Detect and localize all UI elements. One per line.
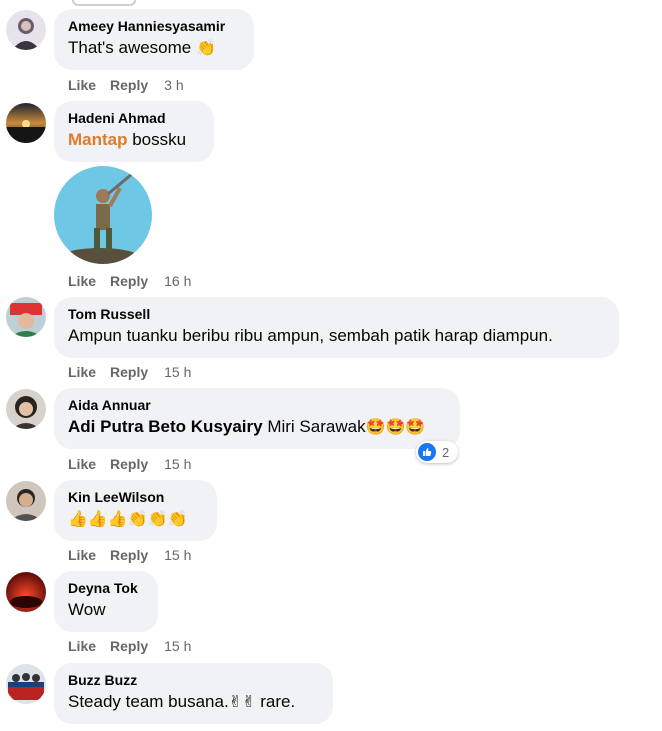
comment-bubble: Kin LeeWilson 👍👍👍👏👏👏: [54, 480, 217, 541]
comment-bubble: Deyna Tok Wow: [54, 571, 158, 632]
comment-time[interactable]: 15 h: [164, 456, 191, 472]
comment-author[interactable]: Hadeni Ahmad: [68, 109, 200, 127]
comment-actions: Like Reply 15 h: [68, 363, 191, 381]
mention-link[interactable]: Adi Putra Beto Kusyairy: [68, 417, 263, 436]
star-struck-emoji: 🤩🤩🤩: [365, 419, 426, 436]
comment-text: 👍👍👍👏👏👏: [68, 508, 203, 530]
comment-actions: Like Reply 16 h: [68, 272, 191, 290]
reaction-count: 2: [442, 444, 450, 460]
comment-actions: Like Reply 15 h: [68, 455, 191, 473]
comment-author[interactable]: Deyna Tok: [68, 579, 144, 597]
avatar[interactable]: [6, 389, 46, 429]
like-button[interactable]: Like: [68, 364, 96, 380]
avatar[interactable]: [6, 481, 46, 521]
mention-link[interactable]: Mantap: [68, 130, 128, 149]
thumbs-clap-emoji: 👍👍👍👏👏👏: [68, 511, 188, 528]
reply-button[interactable]: Reply: [110, 364, 148, 380]
comment-text: Adi Putra Beto Kusyairy Miri Sarawak🤩🤩🤩: [68, 417, 426, 436]
comment-author[interactable]: Ameey Hanniesyasamir: [68, 17, 240, 35]
comment-bubble: Tom Russell Ampun tuanku beribu ribu amp…: [54, 297, 619, 358]
avatar[interactable]: [6, 297, 46, 337]
comment-text: Ampun tuanku beribu ribu ampun, sembah p…: [68, 326, 553, 345]
avatar[interactable]: [6, 10, 46, 50]
avatar[interactable]: [6, 103, 46, 143]
reply-button[interactable]: Reply: [110, 638, 148, 654]
clap-emoji: 👏: [195, 40, 216, 57]
comment-author[interactable]: Tom Russell: [68, 305, 605, 323]
comment-bubble: Buzz Buzz Steady team busana.✌✌ rare.: [54, 663, 333, 724]
comment-time[interactable]: 15 h: [164, 638, 191, 654]
like-button[interactable]: Like: [68, 638, 96, 654]
comment-time[interactable]: 3 h: [164, 77, 183, 93]
comment-time[interactable]: 15 h: [164, 547, 191, 563]
comment-author[interactable]: Buzz Buzz: [68, 671, 319, 689]
victory-hand-emoji: ✌✌: [228, 694, 256, 711]
previous-comment-edge: [72, 0, 136, 6]
reply-button[interactable]: Reply: [110, 273, 148, 289]
comment-text: Steady team busana.✌✌ rare.: [68, 692, 296, 711]
reaction-summary[interactable]: 2: [416, 441, 458, 463]
comment-text: Wow: [68, 600, 106, 619]
sticker-image[interactable]: [54, 166, 152, 264]
comment-time[interactable]: 15 h: [164, 364, 191, 380]
comment-time[interactable]: 16 h: [164, 273, 191, 289]
comment-bubble: Ameey Hanniesyasamir That's awesome 👏: [54, 9, 254, 70]
like-icon: [418, 443, 436, 461]
avatar[interactable]: [6, 572, 46, 612]
comment-bubble: Hadeni Ahmad Mantap bossku: [54, 101, 214, 162]
comment-bubble: Aida Annuar Adi Putra Beto Kusyairy Miri…: [54, 388, 460, 449]
like-button[interactable]: Like: [68, 456, 96, 472]
like-button[interactable]: Like: [68, 547, 96, 563]
reply-button[interactable]: Reply: [110, 456, 148, 472]
comment-author[interactable]: Aida Annuar: [68, 396, 446, 414]
like-button[interactable]: Like: [68, 77, 96, 93]
comment-text: Mantap bossku: [68, 130, 187, 149]
comment-actions: Like Reply 15 h: [68, 637, 191, 655]
comment-author[interactable]: Kin LeeWilson: [68, 488, 203, 506]
comment-text: That's awesome 👏: [68, 38, 216, 57]
reply-button[interactable]: Reply: [110, 547, 148, 563]
like-button[interactable]: Like: [68, 273, 96, 289]
reply-button[interactable]: Reply: [110, 77, 148, 93]
avatar[interactable]: [6, 664, 46, 704]
comment-actions: Like Reply 15 h: [68, 546, 191, 564]
comment-actions: Like Reply 3 h: [68, 76, 184, 94]
